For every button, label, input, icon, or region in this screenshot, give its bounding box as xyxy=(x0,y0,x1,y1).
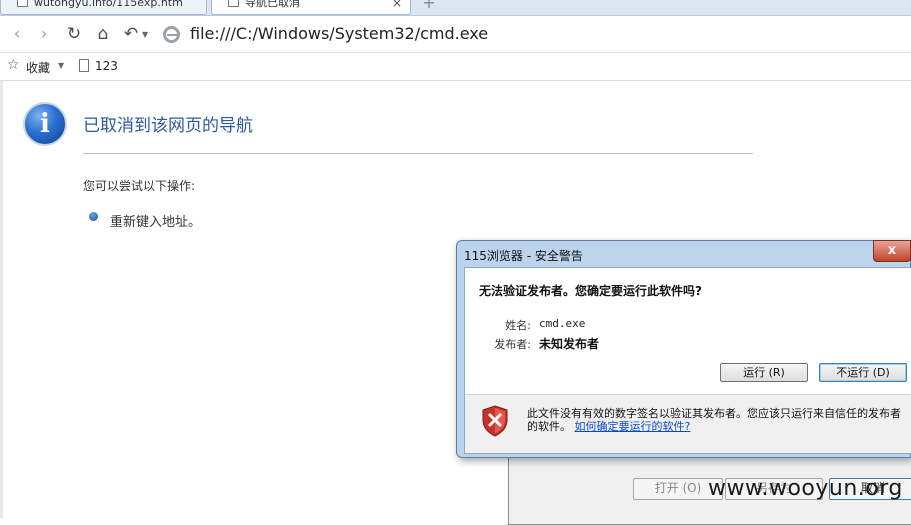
dialog-title: 115浏览器 - 安全警告 xyxy=(464,249,583,263)
page-icon xyxy=(79,59,89,72)
suggestion-text: 重新键入地址。 xyxy=(110,215,202,230)
warning-text: 此文件没有有效的数字签名以验证其发布者。您应该只运行来自信任的发布者的软件。 如… xyxy=(527,407,907,433)
divider xyxy=(83,153,753,154)
hint-text: 您可以尝试以下操作: xyxy=(83,179,196,193)
address-toolbar: ‹ › ↻ ⌂ ↶ ▼ file:///C:/Windows/System32/… xyxy=(0,16,911,53)
page-icon xyxy=(228,0,239,7)
home-icon[interactable]: ⌂ xyxy=(92,23,114,45)
tab-115exp[interactable]: wutongyu.info/115exp.htm xyxy=(0,0,207,15)
favorites-menu[interactable]: 收藏 xyxy=(26,59,50,76)
new-tab-button[interactable]: + xyxy=(418,0,440,13)
watermark: www.wooyun.org xyxy=(708,476,903,501)
address-input[interactable]: file:///C:/Windows/System32/cmd.exe xyxy=(190,24,488,43)
help-link[interactable]: 如何确定要运行的软件? xyxy=(575,420,691,433)
bullet-icon xyxy=(89,212,98,221)
favorite-item[interactable]: 123 xyxy=(95,59,118,73)
dialog-footer: 此文件没有有效的数字签名以验证其发布者。您应该只运行来自信任的发布者的软件。 如… xyxy=(465,395,911,453)
forward-arrow-icon[interactable]: › xyxy=(33,23,55,45)
info-icon: i xyxy=(23,102,67,146)
run-button[interactable]: 运行 (R) xyxy=(720,363,808,382)
undo-icon[interactable]: ↶ xyxy=(120,23,142,45)
name-value: cmd.exe xyxy=(539,317,586,330)
dont-run-button[interactable]: 不运行 (D) xyxy=(819,363,907,382)
ie-mode-icon xyxy=(163,26,180,43)
dialog-question: 无法验证发布者。您确定要运行此软件吗? xyxy=(479,284,702,298)
chevron-down-icon[interactable]: ▼ xyxy=(142,30,148,39)
shield-error-icon xyxy=(482,405,508,437)
dialog-body: 无法验证发布者。您确定要运行此软件吗? 姓名: cmd.exe 发布者: 未知发… xyxy=(464,267,911,454)
publisher-label: 发布者: xyxy=(494,338,531,351)
page-title: 已取消到该网页的导航 xyxy=(83,116,253,136)
tab-strip: wutongyu.info/115exp.htm 导航已取消 × + xyxy=(0,0,911,16)
tab-label: wutongyu.info/115exp.htm xyxy=(34,0,183,9)
tab-label: 导航已取消 xyxy=(245,0,300,9)
chevron-down-icon[interactable]: ▼ xyxy=(58,61,64,70)
name-label: 姓名: xyxy=(505,319,531,332)
page-icon xyxy=(17,0,28,7)
publisher-value: 未知发布者 xyxy=(539,337,600,351)
security-warning-dialog: 115浏览器 - 安全警告 x 无法验证发布者。您确定要运行此软件吗? 姓名: … xyxy=(456,240,911,458)
close-icon[interactable]: x xyxy=(873,240,911,262)
star-icon[interactable]: ☆ xyxy=(7,57,20,73)
tab-navigation-canceled[interactable]: 导航已取消 × xyxy=(211,0,411,15)
close-tab-icon[interactable]: × xyxy=(392,0,402,12)
refresh-icon[interactable]: ↻ xyxy=(63,23,85,45)
back-arrow-icon[interactable]: ‹ xyxy=(6,23,28,45)
favorites-bar: ☆ 收藏 ▼ 123 xyxy=(0,53,911,81)
